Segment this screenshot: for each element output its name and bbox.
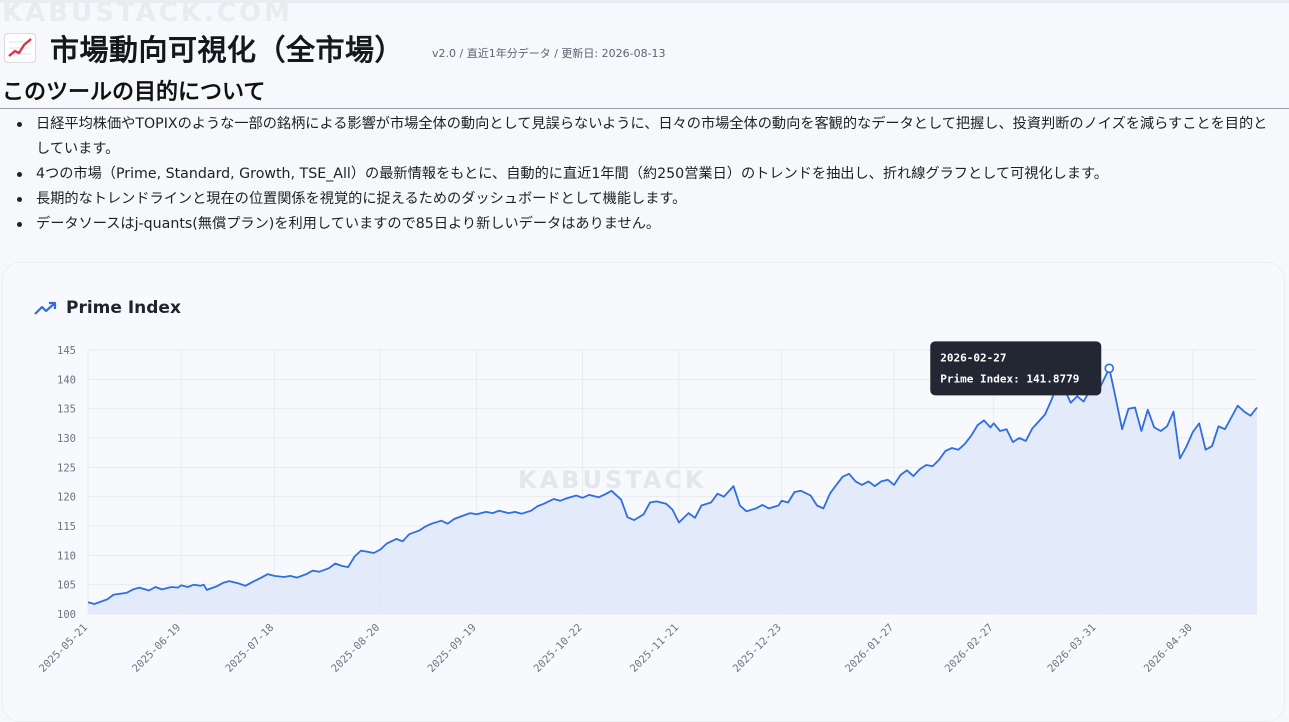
y-tick-label: 125 [57, 462, 76, 474]
x-tick-label: 2025-07-18 [223, 622, 276, 675]
x-tick-label: 2025-05-21 [37, 622, 90, 675]
y-tick-label: 140 [57, 374, 76, 386]
x-tick-label: 2025-11-21 [628, 622, 681, 675]
hover-point[interactable] [1104, 363, 1115, 374]
x-tick-label: 2026-02-27 [943, 622, 996, 675]
x-tick-label: 2025-08-20 [329, 622, 382, 675]
y-tick-label: 115 [57, 521, 76, 533]
y-tick-label: 110 [57, 550, 76, 562]
tooltip [930, 341, 1102, 396]
y-tick-label: 130 [57, 433, 76, 445]
y-tick-label: 105 [57, 580, 76, 592]
x-tick-label: 2025-12-23 [731, 622, 784, 675]
y-tick-label: 135 [57, 404, 76, 416]
tooltip-date: 2026-02-27 [940, 351, 1006, 364]
y-tick-label: 120 [57, 492, 76, 504]
chart-watermark: KABUSTACK [518, 466, 707, 494]
x-tick-label: 2026-04-30 [1142, 622, 1195, 675]
prime-index-chart[interactable]: KABUSTACK 100 105 110 115 120 125 130 135 140 145… [0, 0, 1289, 695]
x-tick-label: 2025-10-22 [532, 622, 585, 675]
x-tick-label: 2025-06-19 [130, 622, 183, 675]
tooltip-value: Prime Index: 141.8779 [940, 372, 1079, 385]
y-tick-label: 100 [57, 609, 76, 621]
x-tick-label: 2025-09-19 [426, 622, 479, 675]
x-tick-label: 2026-03-31 [1045, 622, 1098, 675]
y-tick-label: 145 [57, 345, 76, 357]
x-tick-label: 2026-01-27 [843, 622, 896, 675]
